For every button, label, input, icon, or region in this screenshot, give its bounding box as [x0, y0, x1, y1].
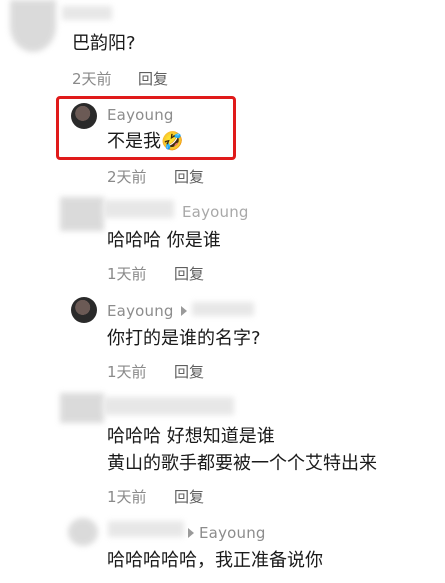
reply-button[interactable]: 回复: [174, 486, 204, 507]
reply-button[interactable]: 回复: [174, 361, 204, 382]
reply-time: 1天前: [107, 265, 147, 283]
reply-text: 你打的是谁的名字?: [107, 328, 261, 349]
reply-text-line1: 哈哈哈 好想知道是谁: [107, 426, 275, 447]
avatar-eayoung[interactable]: [71, 103, 97, 129]
reply-text: 不是我🤣: [107, 130, 183, 154]
reply-time: 2天前: [107, 168, 147, 186]
comment-time: 2天前: [72, 70, 112, 88]
avatar-blurred[interactable]: [60, 197, 104, 231]
reply-time: 1天前: [107, 363, 147, 381]
mention-author-name[interactable]: Eayoung: [182, 203, 249, 221]
username-blurred: [108, 521, 184, 537]
author-name[interactable]: Eayoung: [199, 524, 266, 542]
reply-button[interactable]: 回复: [174, 166, 204, 187]
reply-to-arrow-icon: [181, 306, 187, 316]
reply-text: 哈哈哈哈哈，我正准备说你: [107, 550, 323, 571]
author-name[interactable]: Eayoung: [107, 302, 174, 320]
reply-time: 1天前: [107, 488, 147, 506]
comment-text: 巴韵阳?: [72, 33, 136, 54]
avatar-blurred[interactable]: [68, 518, 98, 546]
username-blurred: [104, 397, 234, 415]
reply-button[interactable]: 回复: [174, 263, 204, 284]
avatar-blurred[interactable]: [60, 393, 104, 423]
rofl-emoji-icon: 🤣: [161, 131, 184, 152]
avatar-eayoung[interactable]: [71, 297, 97, 323]
reply-text-line2: 黄山的歌手都要被一个个艾特出来: [107, 453, 377, 474]
reply-button[interactable]: 回复: [138, 68, 168, 89]
reply-text: 哈哈哈 你是谁: [107, 230, 221, 251]
avatar-blurred[interactable]: [10, 0, 56, 52]
reply-to-name-blurred: [192, 302, 254, 316]
reply-to-arrow-icon: [188, 528, 194, 538]
author-name[interactable]: Eayoung: [107, 106, 174, 124]
reply-text-content: 不是我: [107, 131, 161, 152]
username-blurred: [62, 6, 112, 20]
username-blurred: [104, 200, 174, 218]
